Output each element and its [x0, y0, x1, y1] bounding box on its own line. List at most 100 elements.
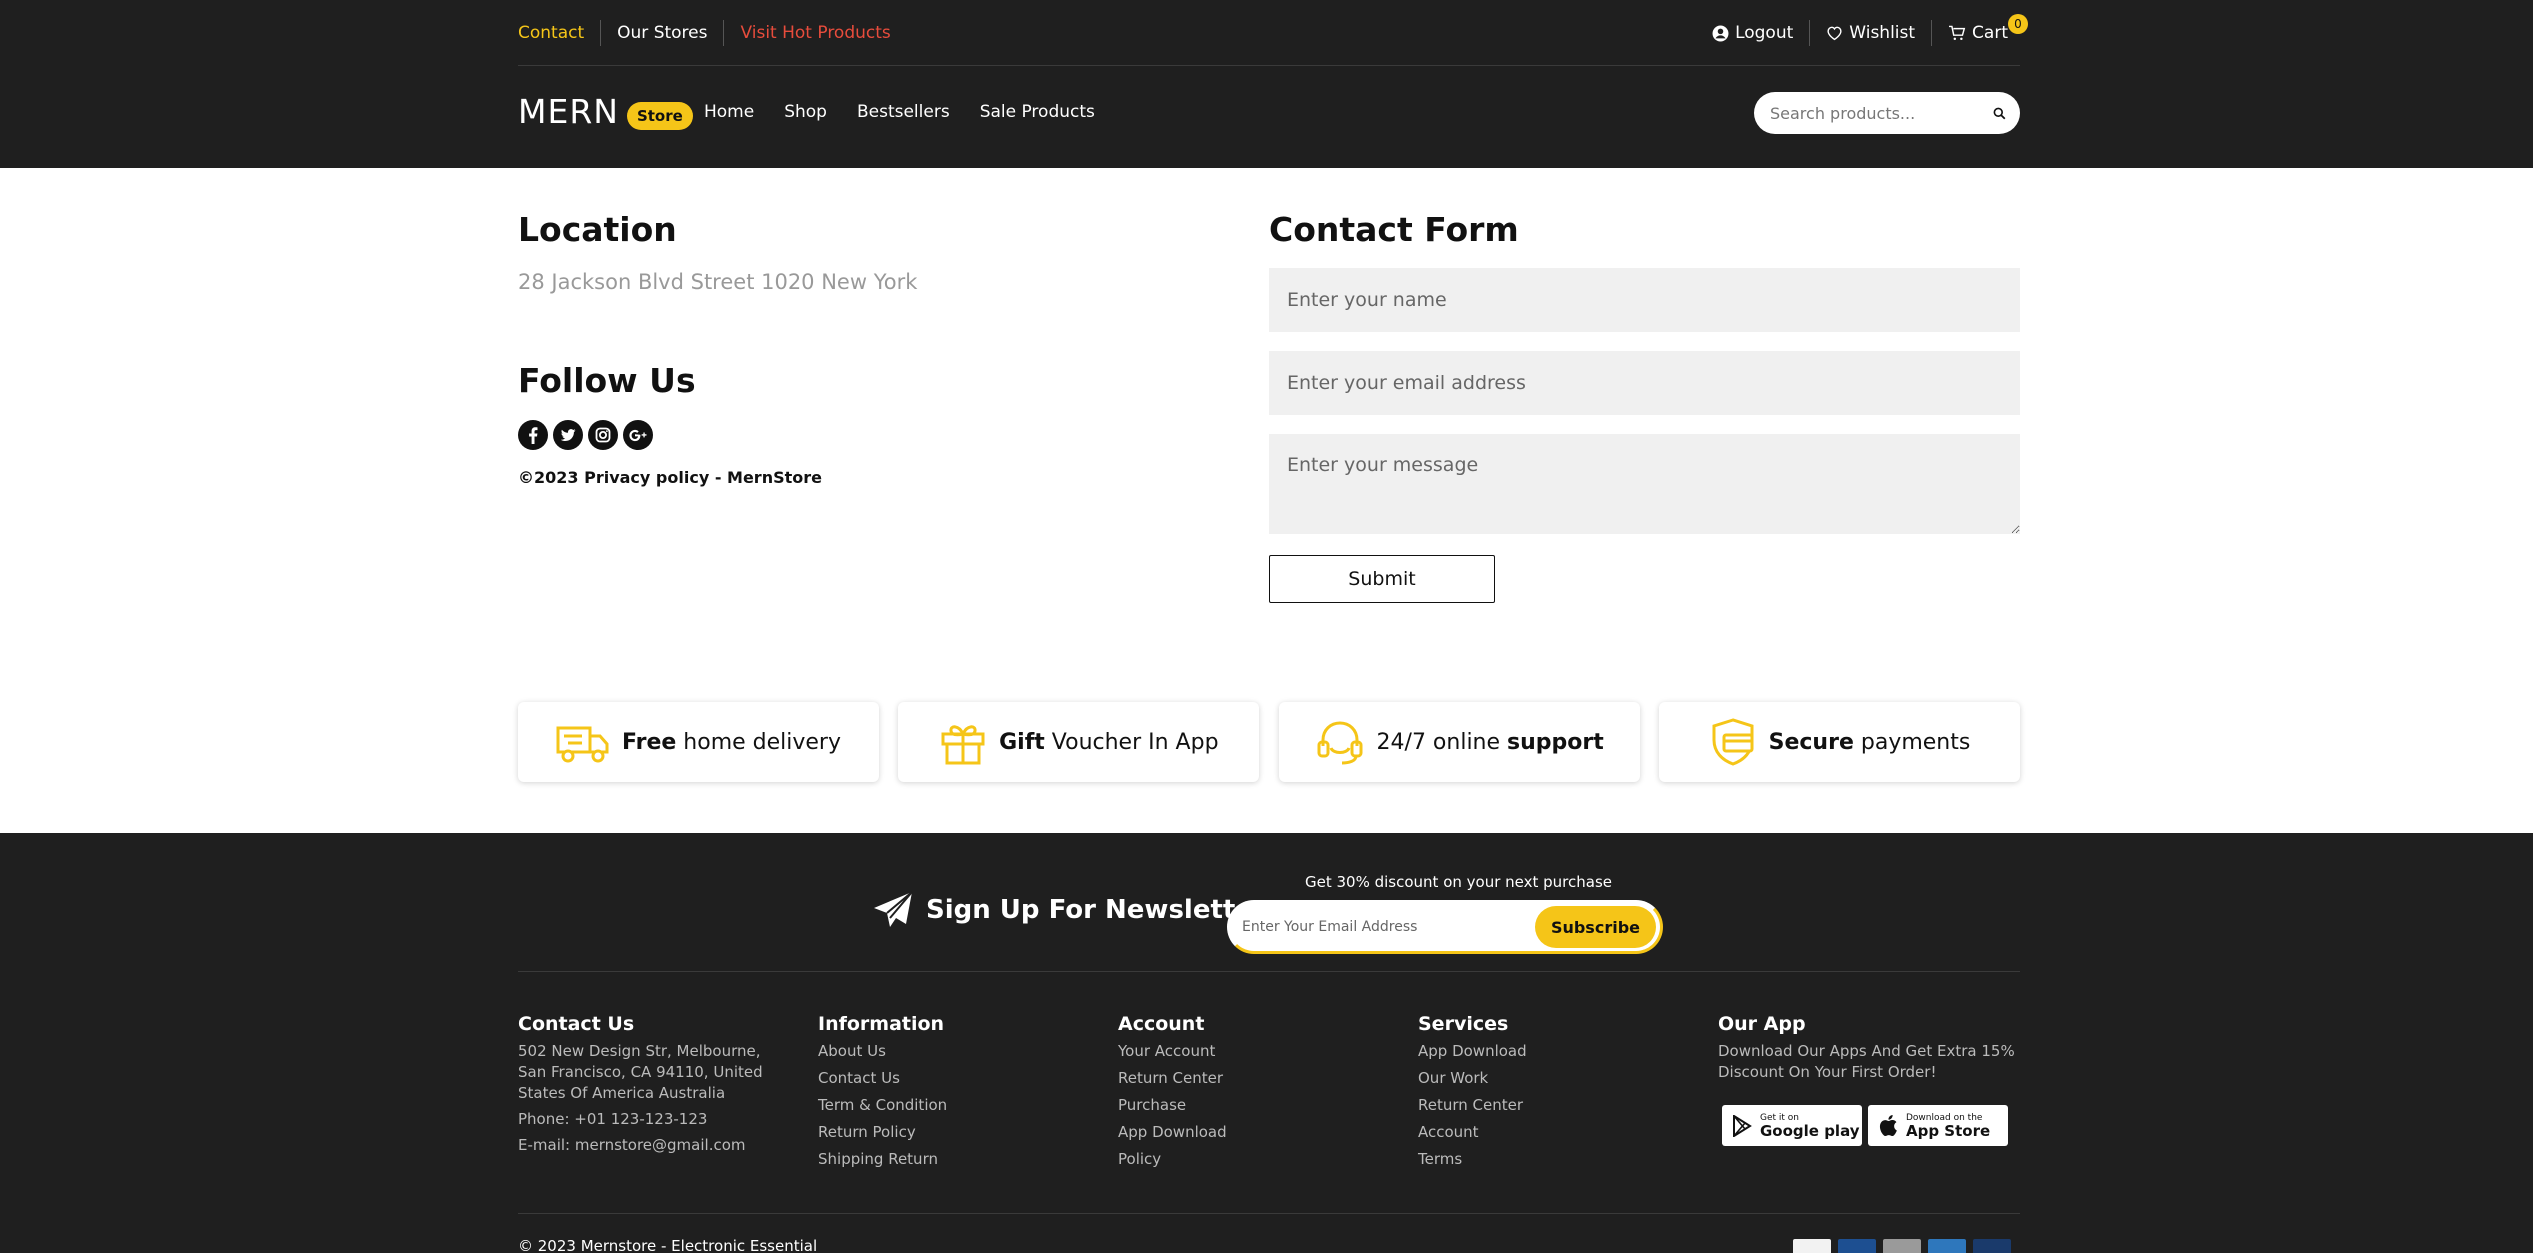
privacy-copyright: ©2023 Privacy policy - MernStore	[518, 468, 822, 487]
cart-label: Cart	[1972, 23, 2008, 43]
footer-contact-email: E-mail: mernstore@gmail.com	[518, 1136, 746, 1154]
footer-link-purchase[interactable]: Purchase	[1118, 1095, 1398, 1116]
logout-link[interactable]: Logout	[1696, 20, 1811, 46]
google-play-small: Get it on	[1760, 1112, 1800, 1123]
footer-link-shipping-return[interactable]: Shipping Return	[818, 1149, 1098, 1170]
nav-shop[interactable]: Shop	[784, 102, 827, 122]
gift-icon	[939, 718, 987, 766]
feature-support-bold: support	[1507, 729, 1604, 755]
top-links: Contact Our Stores Visit Hot Products	[518, 20, 907, 46]
truck-icon	[556, 720, 610, 764]
feature-support: 24/7 online support	[1279, 702, 1640, 782]
contact-form-title: Contact Form	[1269, 210, 1519, 249]
footer-services-title: Services	[1418, 1013, 1509, 1035]
shield-card-icon	[1709, 717, 1757, 767]
submit-button[interactable]: Submit	[1269, 555, 1495, 603]
contact-link[interactable]: Contact	[518, 20, 602, 46]
app-store-button[interactable]: Download on the App Store	[1868, 1105, 2008, 1146]
footer-information-column: Information About Us Contact Us Term & C…	[818, 1013, 1098, 1176]
maestro-icon	[1838, 1239, 1876, 1253]
user-circle-icon	[1712, 25, 1735, 42]
app-store-small: Download on the	[1906, 1112, 1983, 1123]
headset-icon	[1315, 718, 1365, 766]
site-header: Contact Our Stores Visit Hot Products Lo…	[0, 0, 2533, 168]
brand-logo[interactable]: MERN Store	[518, 92, 693, 131]
footer-app-column: Our App Download Our Apps And Get Extra …	[1718, 1013, 2018, 1088]
feature-secure-payments: Secure payments	[1659, 702, 2020, 782]
top-bar: Contact Our Stores Visit Hot Products Lo…	[518, 0, 2028, 66]
features-row: Free home delivery Gift Voucher In App 2…	[518, 702, 2020, 782]
footer-link-policy[interactable]: Policy	[1118, 1149, 1398, 1170]
search-input[interactable]	[1770, 103, 1980, 123]
footer-contact-title: Contact Us	[518, 1013, 635, 1035]
visa-icon	[1793, 1239, 1831, 1253]
google-plus-icon[interactable]	[623, 420, 653, 450]
feature-gift-voucher: Gift Voucher In App	[898, 702, 1259, 782]
footer-link-our-work[interactable]: Our Work	[1418, 1068, 1698, 1089]
footer-link-return-center[interactable]: Return Center	[1118, 1068, 1398, 1089]
feature-support-pre: 24/7 online	[1376, 729, 1508, 755]
facebook-icon[interactable]	[518, 420, 548, 450]
footer-link-terms-service[interactable]: Terms	[1418, 1149, 1698, 1170]
footer-services-column: Services App Download Our Work Return Ce…	[1418, 1013, 1698, 1176]
message-field[interactable]	[1269, 434, 2020, 534]
footer-contact-address: 502 New Design Str, Melbourne, San Franc…	[518, 1042, 763, 1102]
footer-link-contact-us[interactable]: Contact Us	[818, 1068, 1098, 1089]
newsletter-form: Subscribe	[1227, 900, 1663, 954]
app-store-big: App Store	[1906, 1121, 1991, 1140]
twitter-icon[interactable]	[553, 420, 583, 450]
nav-home[interactable]: Home	[704, 102, 754, 122]
follow-title: Follow Us	[518, 361, 696, 400]
footer-link-about-us[interactable]: About Us	[818, 1041, 1098, 1062]
apple-icon	[1878, 1114, 1898, 1137]
hot-products-link[interactable]: Visit Hot Products	[724, 20, 906, 46]
search-icon[interactable]	[1993, 107, 2006, 120]
footer-app-text: Download Our Apps And Get Extra 15% Disc…	[1718, 1042, 2015, 1081]
cart-link[interactable]: Cart 0	[1932, 14, 2028, 46]
newsletter-title: Sign Up For Newsletter	[926, 895, 1266, 925]
footer-account-column: Account Your Account Return Center Purch…	[1118, 1013, 1398, 1176]
footer-link-services-return-center[interactable]: Return Center	[1418, 1095, 1698, 1116]
footer-link-services-app-download[interactable]: App Download	[1418, 1041, 1698, 1062]
main-navbar: MERN Store Home Shop Bestsellers Sale Pr…	[518, 66, 2020, 168]
feature-gift-bold: Gift	[999, 729, 1045, 755]
google-play-icon	[1732, 1114, 1752, 1137]
footer-divider-top	[518, 971, 2020, 972]
mastercard-icon	[1973, 1239, 2011, 1253]
footer-link-return-policy[interactable]: Return Policy	[818, 1122, 1098, 1143]
payment-methods	[1793, 1239, 2018, 1253]
footer-divider-bottom	[518, 1213, 2020, 1214]
social-icons	[518, 420, 658, 450]
footer-link-app-download[interactable]: App Download	[1118, 1122, 1398, 1143]
footer-link-your-account[interactable]: Your Account	[1118, 1041, 1398, 1062]
brand-name: MERN	[518, 92, 619, 131]
nav-sale-products[interactable]: Sale Products	[980, 102, 1095, 122]
wishlist-label: Wishlist	[1849, 23, 1916, 43]
our-stores-link[interactable]: Our Stores	[601, 20, 725, 46]
site-footer: Sign Up For Newsletter Get 30% discount …	[0, 833, 2533, 1253]
footer-link-account[interactable]: Account	[1418, 1122, 1698, 1143]
generic-card-icon	[1883, 1239, 1921, 1253]
footer-contact-column: Contact Us 502 New Design Str, Melbourne…	[518, 1013, 778, 1161]
footer-link-terms[interactable]: Term & Condition	[818, 1095, 1098, 1116]
account-links: Logout Wishlist Cart 0	[1696, 14, 2028, 46]
subscribe-button[interactable]: Subscribe	[1534, 906, 1656, 948]
google-play-big: Google play	[1760, 1121, 1860, 1140]
footer-contact-phone: Phone: +01 123-123-123	[518, 1110, 708, 1128]
feature-gift-rest: Voucher In App	[1044, 729, 1219, 755]
feature-secure-bold: Secure	[1768, 729, 1854, 755]
newsletter-heading: Sign Up For Newsletter	[872, 890, 1266, 930]
footer-account-title: Account	[1118, 1013, 1205, 1035]
feature-free-delivery: Free home delivery	[518, 702, 879, 782]
search-box	[1754, 92, 2020, 134]
email-field[interactable]	[1269, 351, 2020, 415]
location-address: 28 Jackson Blvd Street 1020 New York	[518, 270, 918, 294]
newsletter-email-input[interactable]	[1242, 919, 1542, 935]
brand-pill: Store	[626, 101, 693, 130]
instagram-icon[interactable]	[588, 420, 618, 450]
feature-secure-rest: payments	[1853, 729, 1971, 755]
wishlist-link[interactable]: Wishlist	[1810, 20, 1933, 46]
google-play-button[interactable]: Get it on Google play	[1722, 1105, 1862, 1146]
name-field[interactable]	[1269, 268, 2020, 332]
nav-bestsellers[interactable]: Bestsellers	[857, 102, 950, 122]
